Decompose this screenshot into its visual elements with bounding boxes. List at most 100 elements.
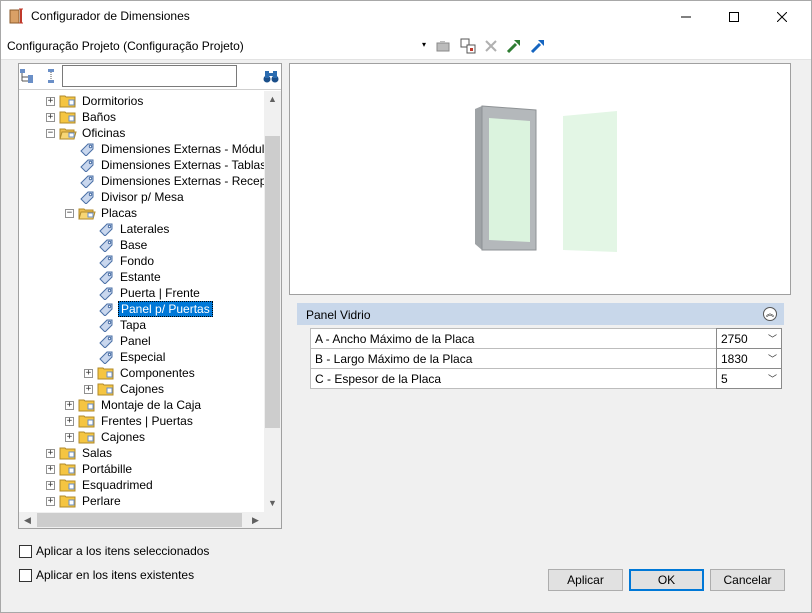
property-value-select[interactable]: 2750 ﹀ — [716, 328, 782, 349]
tree-vertical-scrollbar[interactable]: ▲ ▼ — [264, 91, 281, 512]
tree-item[interactable]: Panel p/ Puertas — [84, 301, 213, 317]
binoculars-icon[interactable] — [263, 68, 279, 84]
expand-icon[interactable]: + — [46, 496, 55, 506]
expand-icon[interactable]: + — [65, 400, 74, 410]
tree-item[interactable]: + Cajones — [65, 429, 147, 445]
expand-icon[interactable]: + — [46, 480, 55, 490]
folder-icon — [97, 367, 114, 380]
tree-item[interactable]: + Salas — [46, 445, 114, 461]
tree-item[interactable]: Dimensiones Externas - Módulos — [65, 141, 264, 157]
cancel-button[interactable]: Cancelar — [710, 569, 785, 591]
tree-item[interactable]: Dimensiones Externas - Recepción — [65, 173, 264, 189]
tag-icon — [99, 255, 113, 268]
tree-item[interactable]: + Cajones — [84, 381, 166, 397]
collapse-icon[interactable]: − — [65, 208, 74, 218]
tag-icon — [99, 319, 113, 332]
import-icon[interactable] — [505, 37, 523, 55]
scroll-thumb[interactable] — [265, 136, 280, 428]
expand-icon[interactable]: + — [84, 368, 93, 378]
folder-icon — [97, 383, 114, 396]
expand-icon[interactable]: + — [46, 112, 55, 122]
tree-item[interactable]: + Perlare — [46, 493, 123, 509]
scrollbar-corner — [264, 512, 281, 528]
scroll-down-icon[interactable]: ▼ — [264, 495, 281, 512]
tree-item[interactable]: Divisor p/ Mesa — [65, 189, 186, 205]
tree-connector — [65, 177, 74, 186]
tag-icon — [99, 239, 113, 252]
tree-item[interactable]: Estante — [84, 269, 163, 285]
apply-existing-option[interactable]: Aplicar en los itens existentes — [19, 567, 194, 583]
tree-item[interactable]: + Dormitorios — [46, 93, 145, 109]
configuration-selector[interactable]: Configuração Projeto (Configuração Proje… — [7, 39, 244, 53]
tree-item[interactable]: + Componentes — [84, 365, 197, 381]
tree-item[interactable]: Dimensiones Externas - Tablas — [65, 157, 264, 173]
minimize-button[interactable] — [663, 1, 709, 32]
tree-item-label: Frentes | Puertas — [101, 414, 193, 428]
maximize-button[interactable] — [711, 1, 757, 32]
tree-item-label: Estante — [120, 270, 161, 284]
expand-icon[interactable]: + — [46, 464, 55, 474]
collapse-tree-icon[interactable] — [43, 68, 59, 84]
tree-item[interactable]: Tapa — [84, 317, 148, 333]
folder-icon — [59, 495, 76, 508]
tree-item-label: Dormitorios — [82, 94, 144, 108]
expand-tree-icon[interactable] — [19, 68, 35, 84]
tree-item[interactable]: Panel — [84, 333, 153, 349]
scroll-thumb-horizontal[interactable] — [37, 513, 242, 527]
tree-item[interactable]: + Frentes | Puertas — [65, 413, 195, 429]
expand-icon[interactable]: + — [65, 416, 74, 426]
tree-item[interactable]: − Placas — [65, 205, 139, 221]
delete-icon[interactable] — [482, 37, 500, 55]
tag-icon — [99, 351, 113, 364]
app-icon — [9, 8, 23, 24]
property-value-select[interactable]: 5 ﹀ — [716, 368, 782, 389]
tree-item[interactable]: − Oficinas — [46, 125, 127, 141]
collapse-group-icon[interactable]: ︽ — [763, 307, 777, 321]
apply-selected-option[interactable]: Aplicar a los itens seleccionados — [19, 543, 209, 559]
tree-item[interactable]: + Baños — [46, 109, 118, 125]
copy-config-icon[interactable] — [459, 37, 477, 55]
tree-item[interactable]: + Esquadrimed — [46, 477, 155, 493]
property-value-select[interactable]: 1830 ﹀ — [716, 348, 782, 369]
title-bar: Configurador de Dimensiones — [1, 1, 811, 32]
tree-item[interactable]: Puerta | Frente — [84, 285, 202, 301]
chevron-down-icon[interactable]: ﹀ — [768, 352, 777, 365]
tree-item[interactable]: Fondo — [84, 253, 156, 269]
property-row: A - Ancho Máximo de la Placa 2750 ﹀ — [310, 328, 782, 349]
scroll-up-icon[interactable]: ▲ — [264, 91, 281, 108]
3d-preview[interactable] — [289, 63, 791, 295]
collapse-icon[interactable]: − — [46, 128, 55, 138]
tree-item[interactable]: Laterales — [84, 221, 171, 237]
tree-horizontal-scrollbar[interactable]: ◀ ▶ — [19, 512, 264, 528]
expand-icon[interactable]: + — [46, 96, 55, 106]
expand-icon[interactable]: + — [84, 384, 93, 394]
apply-existing-checkbox[interactable] — [19, 568, 32, 582]
tree-item[interactable]: Especial — [84, 349, 167, 365]
chevron-down-icon[interactable]: ﹀ — [768, 372, 777, 385]
expand-icon[interactable]: + — [46, 448, 55, 458]
expand-icon[interactable]: + — [65, 432, 74, 442]
configuration-dropdown-arrow[interactable]: ▾ — [422, 40, 426, 49]
property-group-title: Panel Vidrio — [306, 308, 371, 322]
tree-connector — [84, 289, 93, 298]
tree-connector — [84, 257, 93, 266]
tree-item[interactable]: + Montaje de la Caja — [65, 397, 203, 413]
scroll-left-icon[interactable]: ◀ — [19, 512, 36, 528]
tree-item-label: Placas — [101, 206, 138, 220]
tree-connector — [84, 241, 93, 250]
export-icon[interactable] — [529, 37, 547, 55]
tree-item[interactable]: Base — [84, 237, 149, 253]
camera-icon[interactable] — [435, 37, 453, 55]
tree-item-label: Portábille — [82, 462, 133, 476]
apply-button[interactable]: Aplicar — [548, 569, 623, 591]
property-group-header[interactable]: Panel Vidrio ︽ — [297, 303, 784, 325]
chevron-down-icon[interactable]: ﹀ — [768, 332, 777, 345]
folder-open-icon — [78, 208, 96, 220]
apply-selected-checkbox[interactable] — [19, 544, 32, 558]
tree-connector — [84, 353, 93, 362]
scroll-right-icon[interactable]: ▶ — [247, 512, 264, 528]
tree-search-input[interactable] — [62, 65, 237, 87]
ok-button[interactable]: OK — [629, 569, 704, 591]
tree-item[interactable]: + Portábille — [46, 461, 134, 477]
close-button[interactable] — [759, 1, 805, 32]
